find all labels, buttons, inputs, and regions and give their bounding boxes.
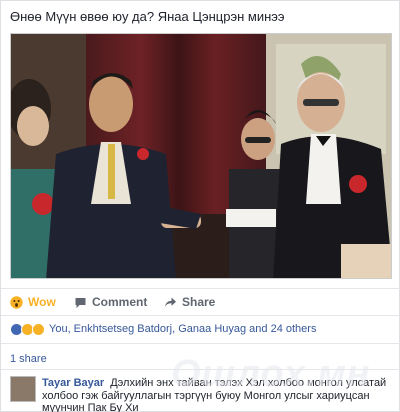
post-photo[interactable]	[10, 33, 392, 279]
share-arrow-icon	[165, 297, 176, 307]
comment-body: Tayar Bayar Дэлхийн энх тайван тэлэх Хэл…	[42, 377, 387, 412]
comment-author[interactable]: Tayar Bayar	[42, 377, 104, 389]
reaction-names[interactable]: You, Enkhtsetseg Batdorj, Ganaa Huyag an…	[49, 323, 316, 335]
wow-reaction-icon	[10, 295, 23, 309]
comment-icon	[75, 297, 86, 308]
comment-button[interactable]: Comment	[74, 295, 147, 309]
wow-label: Wow	[28, 295, 56, 309]
post-text: Өнөө Мүүн өвөө юу да? Янаа Цэнцрэн минээ	[10, 9, 285, 24]
divider	[1, 343, 400, 344]
post-card: Өнөө Мүүн өвөө юу да? Янаа Цэнцрэн минээ	[0, 0, 400, 412]
divider	[1, 369, 400, 370]
share-count-link[interactable]: 1 share	[10, 353, 47, 365]
commenter-avatar[interactable]	[10, 376, 36, 402]
post-actions-bar: Wow Comment Share	[1, 288, 400, 316]
share-label: Share	[182, 295, 216, 309]
wow-button[interactable]: Wow	[10, 295, 56, 309]
share-button[interactable]: Share	[164, 295, 215, 309]
reaction-summary[interactable]: You, Enkhtsetseg Batdorj, Ganaa Huyag an…	[10, 322, 316, 336]
photo-illustration	[11, 34, 391, 278]
wow-reaction-icon	[32, 322, 45, 336]
comment-label: Comment	[92, 295, 148, 309]
comment-item: Tayar Bayar Дэлхийн энх тайван тэлэх Хэл…	[10, 376, 392, 412]
